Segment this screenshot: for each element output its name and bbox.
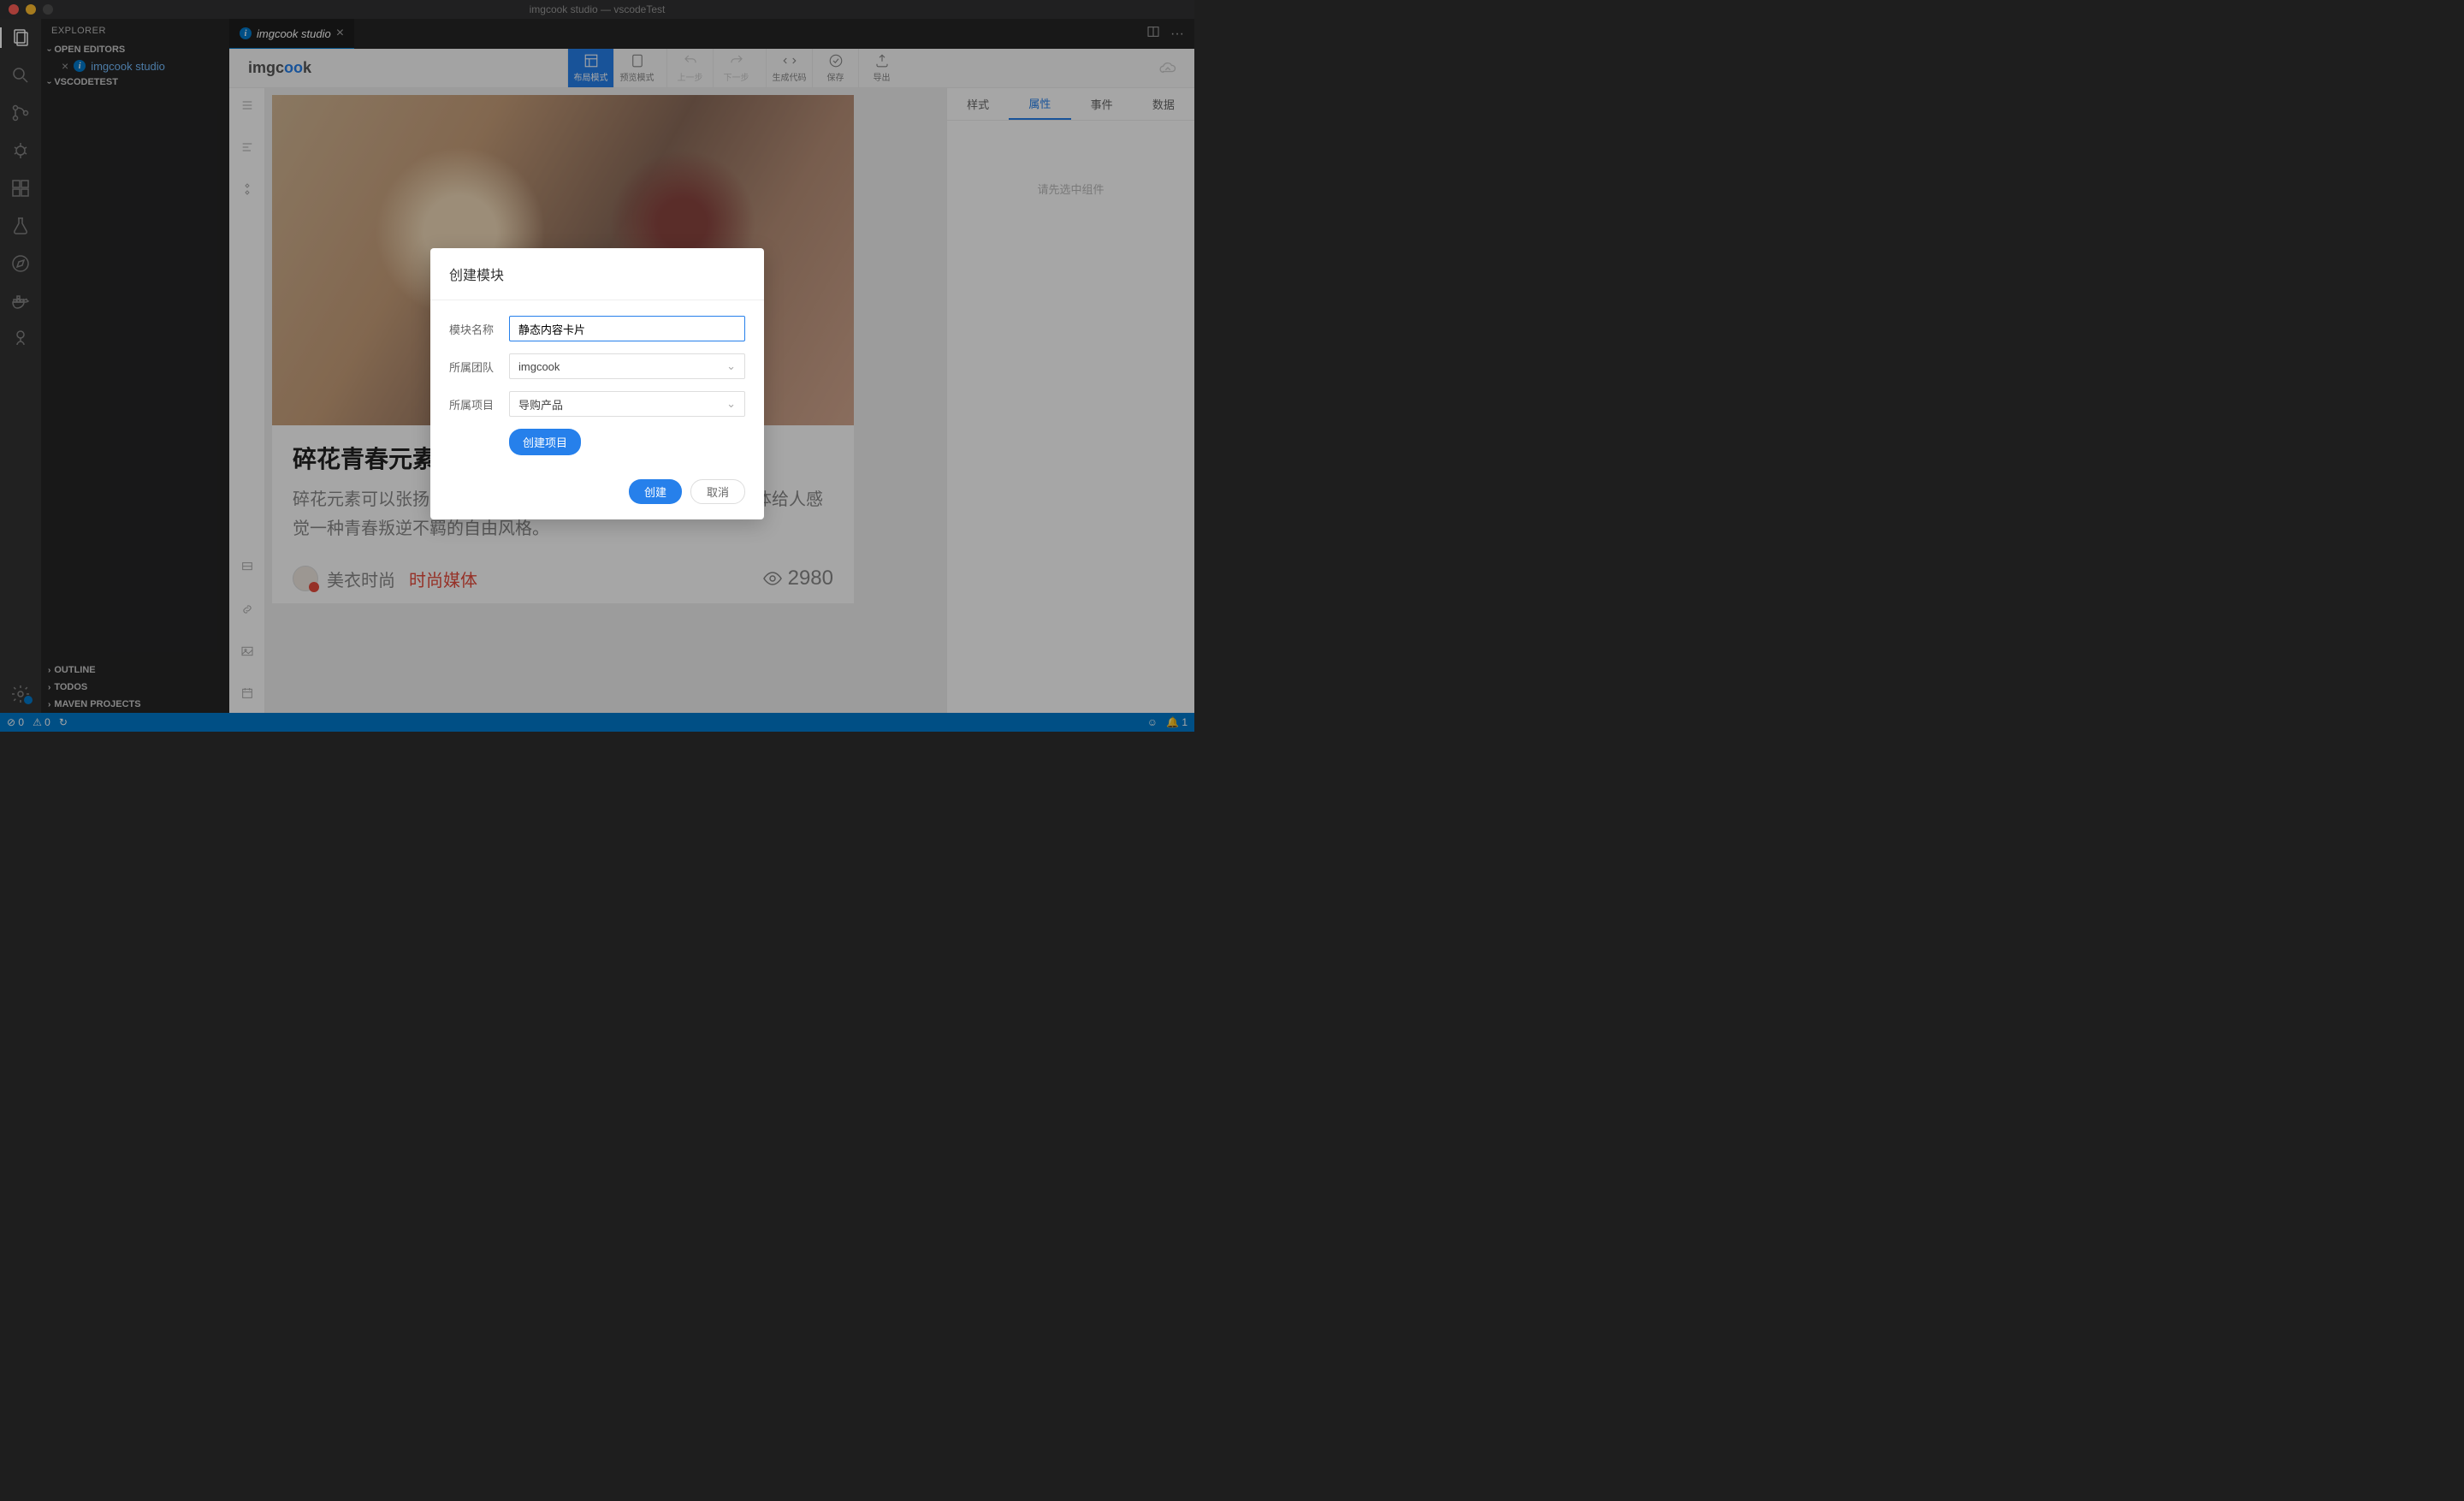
create-module-modal: 创建模块 模块名称 所属团队 imgcook ⌄ 所属项目 导购产品 ⌄ (430, 248, 764, 519)
modal-title: 创建模块 (430, 248, 764, 300)
module-name-label: 模块名称 (449, 321, 500, 337)
module-name-input[interactable] (509, 316, 745, 341)
chevron-down-icon: ⌄ (726, 397, 736, 411)
create-project-button[interactable]: 创建项目 (509, 429, 581, 455)
chevron-down-icon: ⌄ (726, 359, 736, 373)
project-select[interactable]: 导购产品 ⌄ (509, 391, 745, 417)
team-label: 所属团队 (449, 359, 500, 375)
modal-overlay[interactable]: 创建模块 模块名称 所属团队 imgcook ⌄ 所属项目 导购产品 ⌄ (0, 0, 1194, 732)
team-select[interactable]: imgcook ⌄ (509, 353, 745, 379)
create-button[interactable]: 创建 (629, 479, 682, 504)
project-label: 所属项目 (449, 396, 500, 412)
cancel-button[interactable]: 取消 (690, 479, 745, 504)
